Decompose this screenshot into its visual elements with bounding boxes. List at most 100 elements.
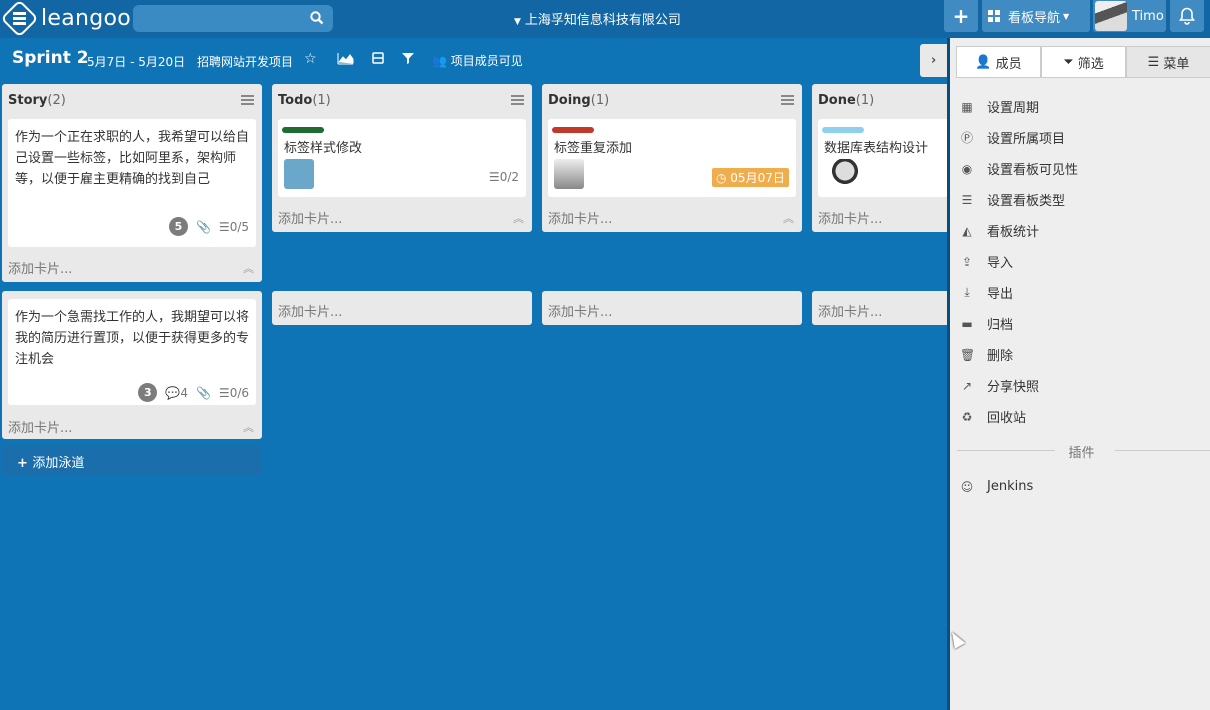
add-lane-button[interactable]: + 添加泳道 — [2, 445, 262, 475]
add-card-link[interactable]: 添加卡片... — [818, 301, 882, 320]
column-count: (1) — [312, 93, 331, 108]
due-date: 05月07日 — [730, 171, 785, 185]
menu-item-delete[interactable]: 🗑 删除 — [960, 345, 1014, 365]
recycle-icon: ♻ — [961, 409, 973, 424]
list-icon: ☰ — [218, 219, 230, 234]
assignee-avatar — [554, 159, 584, 189]
add-card-link[interactable]: 添加卡片... — [8, 258, 72, 277]
tab-filter[interactable]: ⏷ 筛选 — [1041, 46, 1126, 78]
card-todo[interactable]: 标签样式修改 ☰0/2 — [278, 119, 526, 197]
add-card-link[interactable]: 添加卡片... — [818, 208, 882, 227]
menu-item-label: 删除 — [987, 349, 1014, 364]
user-icon: 👤 — [975, 54, 992, 70]
column-done-lane2: 添加卡片... — [812, 291, 947, 325]
column-doing: Doing(1) 标签重复添加 ◷ 05月07日 添加卡片... ︽ — [542, 84, 802, 232]
column-menu-icon[interactable] — [511, 95, 524, 97]
column-todo: Todo(1) 标签样式修改 ☰0/2 添加卡片... ︽ — [272, 84, 532, 232]
plugin-jenkins[interactable]: ☺ Jenkins — [960, 479, 1034, 494]
story-points-badge: 5 — [168, 217, 188, 236]
add-card-link[interactable]: 添加卡片... — [548, 301, 612, 320]
filter-icon[interactable] — [402, 52, 414, 68]
card-doing[interactable]: 标签重复添加 ◷ 05月07日 — [548, 119, 796, 197]
list-icon: ☰ — [961, 192, 973, 207]
card-story-1[interactable]: 作为一个正在求职的人，我希望可以给自己设置一些标签，比如阿里系，架构师等，以便于… — [8, 119, 256, 247]
card-text: 作为一个急需找工作的人，我期望可以将我的简历进行置顶，以便于获得更多的专注机会 — [15, 310, 250, 367]
eye-icon: ◉ — [961, 161, 973, 176]
column-header[interactable]: Story(2) — [8, 93, 66, 108]
menu-item-label: 设置看板可见性 — [987, 163, 1079, 178]
menu-item-import[interactable]: ⇪ 导入 — [960, 252, 1014, 272]
filter-icon: ⏷ — [1063, 54, 1074, 70]
menu-item-export[interactable]: ⤓ 导出 — [960, 283, 1013, 302]
company-switcher[interactable]: ▼ 上海孚知信息科技有限公司 — [514, 9, 681, 28]
column-menu-icon[interactable] — [781, 95, 794, 97]
menu-item-set-project[interactable]: Ⓟ 设置所属项目 — [960, 128, 1065, 147]
menu-item-set-type[interactable]: ☰ 设置看板类型 — [960, 190, 1065, 210]
add-card-link[interactable]: 添加卡片... — [278, 301, 342, 320]
collapse-chevron-icon[interactable]: ︽ — [513, 210, 524, 226]
board-header: Sprint 2 5月7日 - 5月20日 招聘网站开发项目 ☆ 👥 项目成员可… — [0, 38, 947, 84]
board-nav-button[interactable]: 看板导航 ▼ — [982, 0, 1090, 32]
add-card-link[interactable]: 添加卡片... — [278, 208, 342, 227]
menu-item-label: 导出 — [987, 287, 1014, 302]
column-header[interactable]: Doing(1) — [548, 93, 609, 108]
board-dates[interactable]: 5月7日 - 5月20日 — [87, 53, 185, 70]
menu-item-archive[interactable]: ▬ 归档 — [960, 314, 1014, 334]
column-header[interactable]: Todo(1) — [278, 93, 331, 108]
column-menu-icon[interactable] — [241, 95, 254, 97]
grid-icon — [988, 10, 1000, 22]
menu-item-label: 看板统计 — [987, 225, 1040, 240]
clock-icon: ◷ — [716, 171, 731, 185]
assignee-avatar — [284, 159, 314, 189]
column-story: Story(2) 作为一个正在求职的人，我希望可以给自己设置一些标签，比如阿里系… — [2, 84, 262, 282]
column-doing-lane2: 添加卡片... — [542, 291, 802, 325]
add-card-link[interactable]: 添加卡片... — [548, 208, 612, 227]
jenkins-icon: ☺ — [960, 479, 974, 494]
bell-icon — [1179, 7, 1195, 25]
users-icon: 👥 — [432, 54, 447, 68]
column-header[interactable]: Done(1) — [818, 93, 874, 108]
star-icon[interactable]: ☆ — [304, 51, 317, 67]
logo-mark-icon — [0, 0, 39, 38]
column-count: (2) — [47, 93, 66, 108]
layout-icon[interactable] — [372, 52, 384, 68]
chart-icon[interactable] — [337, 52, 354, 69]
card-story-2[interactable]: 作为一个急需找工作的人，我期望可以将我的简历进行置顶，以便于获得更多的专注机会 … — [8, 299, 256, 405]
leangoo-logo[interactable]: leangoo — [0, 0, 131, 38]
bars-icon: ☰ — [1147, 54, 1160, 70]
menu-item-label: 设置周期 — [987, 101, 1040, 116]
card-text: 作为一个正在求职的人，我希望可以给自己设置一些标签，比如阿里系，架构师等，以便于… — [15, 130, 250, 187]
menu-item-statistics[interactable]: ◭ 看板统计 — [960, 221, 1040, 241]
tab-menu[interactable]: ☰ 菜单 — [1126, 46, 1210, 78]
list-icon: ☰ — [218, 385, 230, 400]
checklist-count: 0/5 — [229, 219, 249, 234]
notifications-button[interactable] — [1170, 0, 1204, 32]
share-icon: ↗ — [961, 378, 973, 393]
collapse-chevron-icon[interactable]: ︽ — [783, 210, 794, 226]
collapse-panel-button[interactable]: › — [920, 44, 947, 77]
menu-item-label: 回收站 — [987, 411, 1027, 426]
search-input[interactable] — [133, 5, 333, 32]
story-points-badge: 3 — [138, 383, 158, 402]
collapse-chevron-icon[interactable]: ︽ — [243, 260, 254, 276]
add-card-link[interactable]: 添加卡片... — [8, 417, 72, 436]
column-story-lane2: 作为一个急需找工作的人，我期望可以将我的简历进行置顶，以便于获得更多的专注机会 … — [2, 291, 262, 439]
card-done[interactable]: 数据库表结构设计 — [818, 119, 947, 197]
menu-item-set-cycle[interactable]: ▦ 设置周期 — [960, 97, 1040, 117]
board-title[interactable]: Sprint 2 — [12, 48, 89, 68]
card-label-green — [282, 127, 324, 133]
menu-item-share-snapshot[interactable]: ↗ 分享快照 — [960, 376, 1039, 396]
user-menu[interactable]: Timo — [1093, 0, 1166, 32]
menu-item-recycle-bin[interactable]: ♻ 回收站 — [960, 407, 1027, 427]
visibility-indicator[interactable]: 👥 项目成员可见 — [432, 52, 523, 69]
add-button[interactable]: + — [944, 0, 978, 32]
column-count: (1) — [590, 93, 610, 108]
menu-item-label: 归档 — [987, 318, 1014, 333]
search-icon[interactable] — [310, 11, 324, 29]
board-project[interactable]: 招聘网站开发项目 — [197, 53, 293, 70]
menu-item-set-visibility[interactable]: ◉ 设置看板可见性 — [960, 159, 1079, 179]
menu-item-label: 导入 — [987, 256, 1014, 271]
tab-members[interactable]: 👤 成员 — [956, 46, 1041, 78]
collapse-chevron-icon[interactable]: ︽ — [243, 419, 254, 435]
assignee-avatar — [830, 159, 860, 189]
